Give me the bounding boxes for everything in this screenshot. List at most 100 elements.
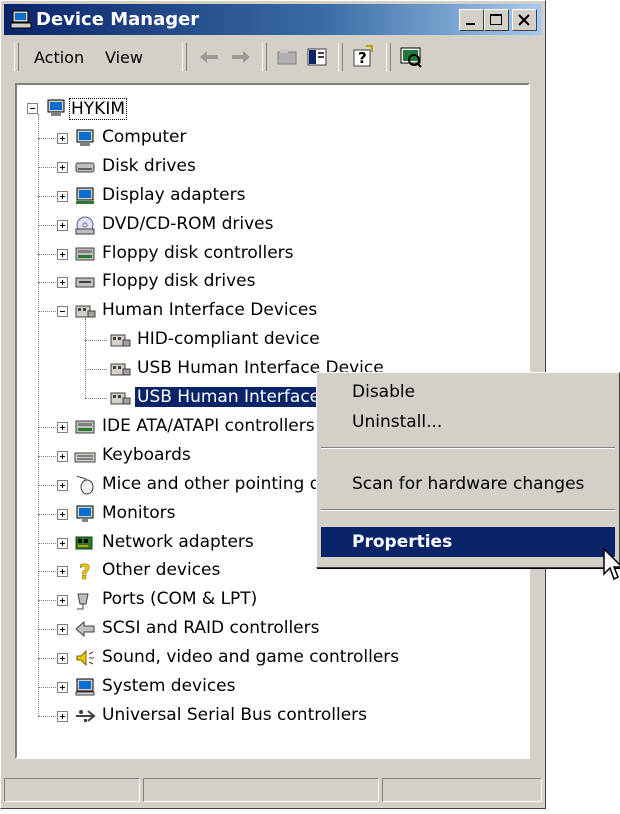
toolbar: Action View ? [4,37,542,77]
monitor-icon [76,505,94,522]
menu-item-scan-for-hardware-changes[interactable]: Scan for hardware changes [321,469,615,499]
tree-item[interactable]: DVD/CD-ROM drives [102,214,273,234]
expand-toggle[interactable] [57,277,68,289]
toolbar-separator [386,43,391,71]
tree-item[interactable]: Keyboards [102,445,191,465]
tree-item[interactable]: Universal Serial Bus controllers [102,705,367,725]
maximize-button[interactable] [484,9,509,31]
toolbar-grip[interactable] [14,43,19,71]
tree-item[interactable]: Computer [102,127,187,147]
expand-toggle[interactable] [57,248,68,260]
ide-controller-icon [75,420,95,434]
expand-toggle[interactable] [57,653,68,665]
tree-item[interactable]: Display adapters [102,185,245,205]
tree-item[interactable]: Disk drives [102,156,196,176]
menu-item-uninstall[interactable]: Uninstall... [321,407,615,437]
mouse-pointer-icon [603,548,620,581]
close-button[interactable] [512,9,537,31]
dvd-drive-icon [75,216,95,235]
floppy-drive-icon [75,277,95,288]
tree-connector [85,340,107,342]
usb-icon [76,709,96,722]
hid-icon [110,363,131,376]
up-folder-icon[interactable] [274,44,300,70]
keyboard-icon [74,452,96,463]
menu-item-disable[interactable]: Disable [321,377,615,407]
scan-hardware-icon[interactable] [398,44,424,70]
tree-item[interactable]: Network adapters [102,532,254,552]
svg-text:?: ? [358,49,367,67]
mouse-icon [76,475,94,495]
expand-toggle[interactable] [57,624,68,636]
toolbar-separator [182,43,187,71]
menu-separator [321,509,615,511]
tree-item[interactable]: Ports (COM & LPT) [102,589,257,609]
expand-toggle[interactable] [57,161,68,173]
expand-toggle[interactable] [57,537,68,549]
device-manager-icon [10,10,32,29]
tree-connector [85,398,107,399]
window-title: Device Manager [36,9,200,30]
tree-item[interactable]: Human Interface Devices [102,300,317,320]
computer-icon [76,129,94,146]
back-arrow-icon[interactable] [196,44,222,70]
collapse-toggle[interactable] [57,306,68,318]
tree-connector [85,318,86,398]
menu-item-properties[interactable]: Properties [321,527,615,557]
tree-item[interactable]: Other devices [102,560,220,580]
computer-icon [47,99,65,116]
forward-arrow-icon[interactable] [228,44,254,70]
help-icon[interactable]: ? [350,44,376,70]
collapse-toggle[interactable] [27,103,38,114]
hid-icon [110,392,131,405]
show-hide-console-tree-icon[interactable] [304,44,330,70]
menu-separator [321,447,615,449]
toolbar-separator [262,43,267,71]
tree-connector [38,114,39,716]
tree-child-item[interactable]: HID-compliant device [137,329,320,349]
minimize-button[interactable] [459,9,484,31]
floppy-controller-icon [75,247,95,260]
status-panel-3 [382,778,542,802]
tree-item[interactable]: System devices [102,676,236,696]
maximize-icon [490,14,502,25]
status-bar [4,776,542,804]
tree-item[interactable]: Floppy disk controllers [102,243,294,263]
menu-action[interactable]: Action [34,48,84,67]
port-icon [77,593,89,610]
disk-drive-icon [75,162,95,173]
expand-toggle[interactable] [57,421,68,433]
status-panel-2 [143,778,379,802]
expand-toggle[interactable] [57,190,68,202]
title-bar[interactable]: Device Manager [4,4,542,35]
svg-text:?: ? [79,561,91,581]
tree-root-label[interactable]: HYKIM [69,98,127,120]
scsi-icon [75,621,95,638]
sound-icon [76,649,94,667]
expand-toggle[interactable] [57,479,68,491]
expand-toggle[interactable] [57,219,68,231]
expand-toggle[interactable] [57,710,68,722]
status-panel-1 [4,778,140,802]
question-mark-icon: ? [79,561,91,581]
tree-item[interactable]: Monitors [102,503,175,523]
expand-toggle[interactable] [57,508,68,520]
toolbar-separator [338,43,343,71]
system-device-icon [75,678,95,696]
tree-item[interactable]: IDE ATA/ATAPI controllers [102,416,315,436]
close-icon [518,14,530,26]
menu-view[interactable]: View [105,48,143,67]
minimize-icon [466,23,475,25]
expand-toggle[interactable] [57,450,68,462]
display-adapter-icon [76,187,94,204]
tree-item[interactable]: SCSI and RAID controllers [102,618,319,638]
tree-connector [85,369,107,371]
expand-toggle[interactable] [57,566,68,578]
expand-toggle[interactable] [57,682,68,693]
expand-toggle[interactable] [57,595,68,607]
expand-toggle[interactable] [57,132,68,144]
tree-item[interactable]: Floppy disk drives [102,271,255,291]
tree-item[interactable]: Sound, video and game controllers [102,647,399,667]
hid-icon [110,334,131,347]
context-menu: Disable Uninstall... Scan for hardware c… [316,372,620,568]
